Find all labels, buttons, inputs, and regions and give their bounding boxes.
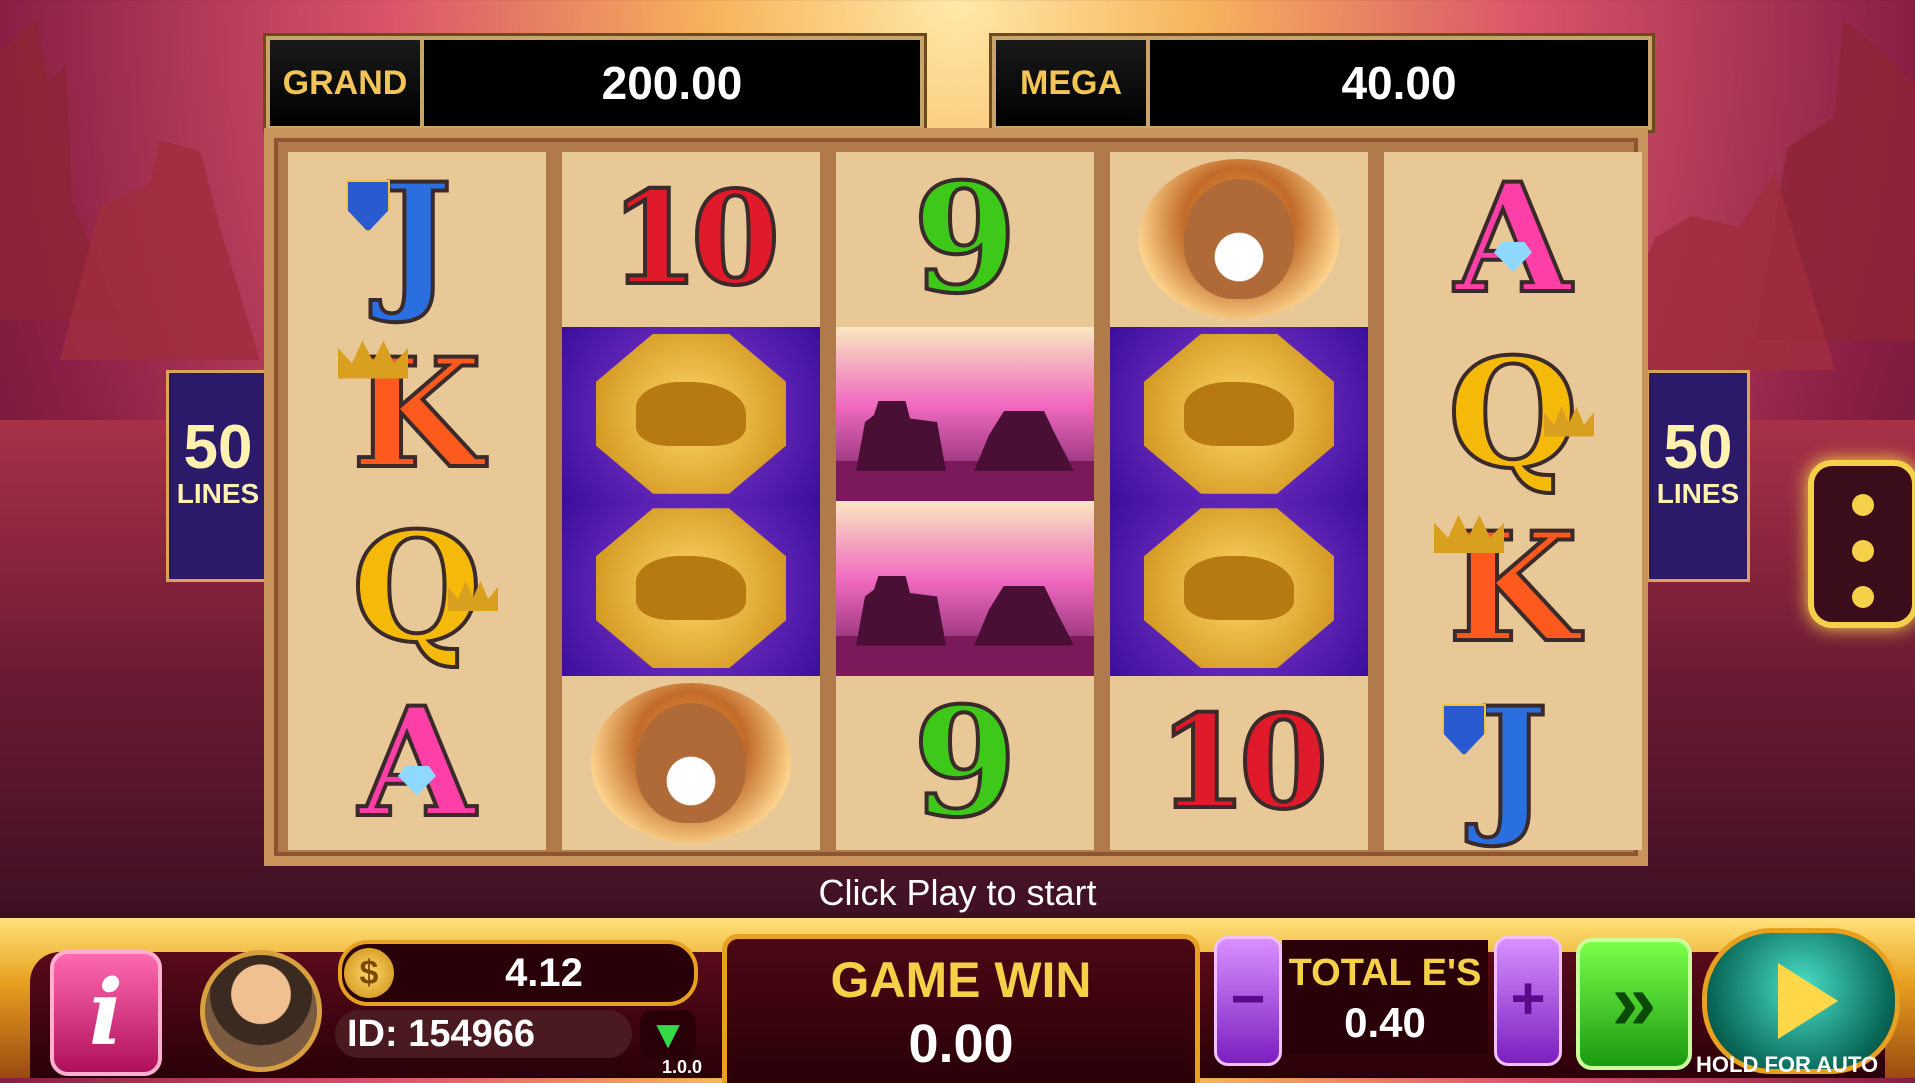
hold-for-auto-label: HOLD FOR AUTO <box>1696 1052 1879 1077</box>
lines-label: LINES <box>1656 478 1740 509</box>
bet-decrease-button[interactable]: − <box>1214 936 1282 1066</box>
total-bet-value: 0.40 <box>1344 999 1426 1046</box>
reel-1: J K Q A <box>288 152 546 850</box>
background-rock-left-2 <box>60 140 260 360</box>
turbo-button[interactable]: » <box>1576 938 1692 1070</box>
avatar[interactable] <box>200 950 322 1072</box>
lines-count: 50 <box>1663 413 1733 482</box>
symbol-10: 10 <box>1156 687 1330 838</box>
symbol-lynx <box>1110 152 1368 327</box>
coin-icon: $ <box>344 948 394 998</box>
lynx-icon <box>591 682 791 843</box>
mega-jackpot: MEGA 40.00 <box>992 36 1652 130</box>
symbol-q: Q <box>1384 327 1642 502</box>
symbol-k: K <box>288 327 546 502</box>
status-prompt: Click Play to start <box>818 872 1097 913</box>
game-win-value: 0.00 <box>908 1014 1014 1074</box>
mesa-icon <box>836 501 1094 676</box>
mega-jackpot-label: MEGA <box>996 40 1150 126</box>
reel-3: 9 9 <box>836 152 1094 850</box>
symbol-lynx <box>562 676 820 851</box>
lines-badge-right: 50 LINES <box>1646 370 1750 582</box>
game-win-label: GAME WIN <box>830 952 1092 1008</box>
play-icon <box>1778 963 1838 1039</box>
menu-button[interactable] <box>1808 460 1915 628</box>
grand-jackpot-label: GRAND <box>270 40 424 126</box>
balance-display: $ 4.12 <box>338 940 698 1006</box>
version-label: 1.0.0 <box>662 1057 703 1077</box>
grand-jackpot-value: 200.00 <box>601 57 743 109</box>
wifi-icon: ▼ <box>640 1010 696 1060</box>
symbol-mesa-scatter <box>836 501 1094 676</box>
lines-label: LINES <box>176 478 260 509</box>
menu-dot-icon <box>1852 494 1874 516</box>
symbol-9: 9 <box>911 674 1019 851</box>
symbol-q: Q <box>288 501 546 676</box>
buffalo-coin-icon <box>596 333 786 494</box>
game-win-panel: GAME WIN 0.00 <box>722 934 1200 1083</box>
total-bet-display: TOTAL E'S 0.40 <box>1282 940 1488 1054</box>
symbol-a: A <box>1453 151 1573 328</box>
grand-jackpot: GRAND 200.00 <box>266 36 924 130</box>
mega-jackpot-value: 40.00 <box>1341 57 1457 109</box>
symbol-buffalo-coin <box>1110 501 1368 676</box>
symbol-buffalo-coin <box>1110 326 1368 501</box>
lines-badge-left: 50 LINES <box>166 370 270 582</box>
symbol-buffalo-coin <box>562 326 820 501</box>
lines-count: 50 <box>183 413 253 482</box>
total-bet-label: TOTAL E'S <box>1288 952 1482 994</box>
buffalo-coin-icon <box>1144 333 1334 494</box>
lynx-icon <box>1139 159 1339 320</box>
symbol-j: J <box>1384 676 1642 851</box>
menu-dot-icon <box>1852 586 1874 608</box>
menu-dot-icon <box>1852 540 1874 562</box>
balance-value: 4.12 <box>505 950 583 995</box>
reel-5: A Q K J <box>1384 152 1642 850</box>
buffalo-coin-icon <box>1144 508 1334 669</box>
reel-2: 10 <box>562 152 820 850</box>
mesa-icon <box>836 327 1094 501</box>
buffalo-coin-icon <box>596 508 786 669</box>
symbol-j: J <box>288 152 546 327</box>
reel-frame: J K Q A 10 9 9 10 A Q K J <box>264 128 1648 866</box>
symbol-buffalo-coin <box>562 501 820 676</box>
bet-increase-button[interactable]: + <box>1494 936 1562 1066</box>
symbol-mesa-scatter <box>836 326 1094 501</box>
symbol-a: A <box>357 674 477 851</box>
player-id: ID: 154966 <box>335 1010 632 1058</box>
symbol-10: 10 <box>608 164 782 315</box>
symbol-9: 9 <box>911 151 1019 328</box>
reel-4: 10 <box>1110 152 1368 850</box>
symbol-k: K <box>1384 501 1642 676</box>
info-button[interactable]: i <box>50 950 162 1076</box>
